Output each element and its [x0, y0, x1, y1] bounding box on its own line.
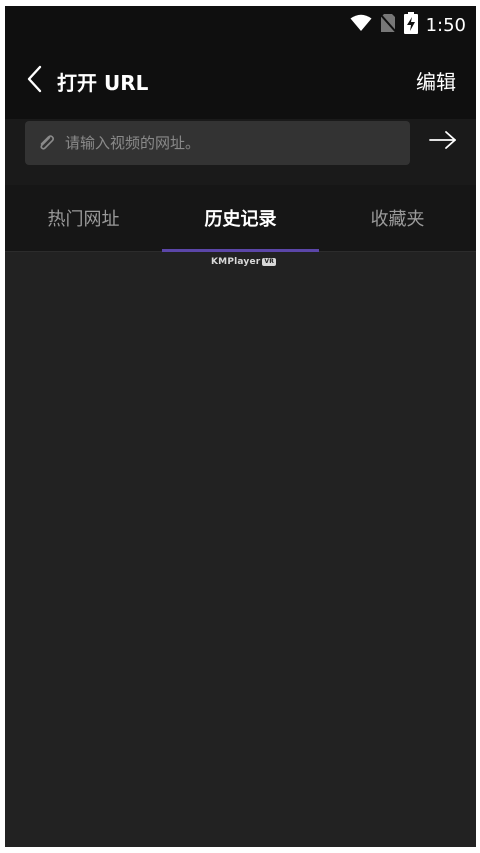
- watermark-text: KMPlayer: [211, 257, 261, 267]
- no-sim-icon: [378, 13, 397, 37]
- arrow-right-icon: [429, 130, 457, 154]
- url-bar: [5, 119, 476, 185]
- tab-popular-urls[interactable]: 热门网址: [5, 185, 162, 251]
- back-button[interactable]: [19, 65, 51, 97]
- kmplayer-watermark: KMPlayer VR: [211, 257, 277, 267]
- status-bar: 1:50: [5, 6, 476, 43]
- status-icons: 1:50: [350, 12, 466, 38]
- status-time: 1:50: [425, 14, 466, 36]
- tab-favorites[interactable]: 收藏夹: [319, 185, 476, 251]
- battery-charging-icon: [403, 12, 418, 38]
- link-icon: [37, 132, 59, 154]
- vr-badge: VR: [262, 258, 277, 266]
- url-input[interactable]: [59, 121, 410, 165]
- tab-bar: 热门网址 历史记录 收藏夹: [5, 185, 476, 252]
- history-list: KMPlayer VR: [5, 252, 476, 847]
- edit-button[interactable]: 编辑: [416, 66, 456, 95]
- go-button[interactable]: [428, 129, 458, 155]
- chevron-left-icon: [27, 65, 43, 97]
- app-screen: 1:50 打开 URL 编辑 请输入视频的网址。 热门网址 历史记录 收藏夹 K…: [5, 6, 476, 847]
- wifi-icon: [350, 14, 372, 36]
- url-input-container[interactable]: [25, 121, 410, 165]
- page-title: 打开 URL: [57, 71, 149, 95]
- app-bar: 打开 URL 编辑: [5, 43, 476, 119]
- tab-history[interactable]: 历史记录: [162, 185, 319, 251]
